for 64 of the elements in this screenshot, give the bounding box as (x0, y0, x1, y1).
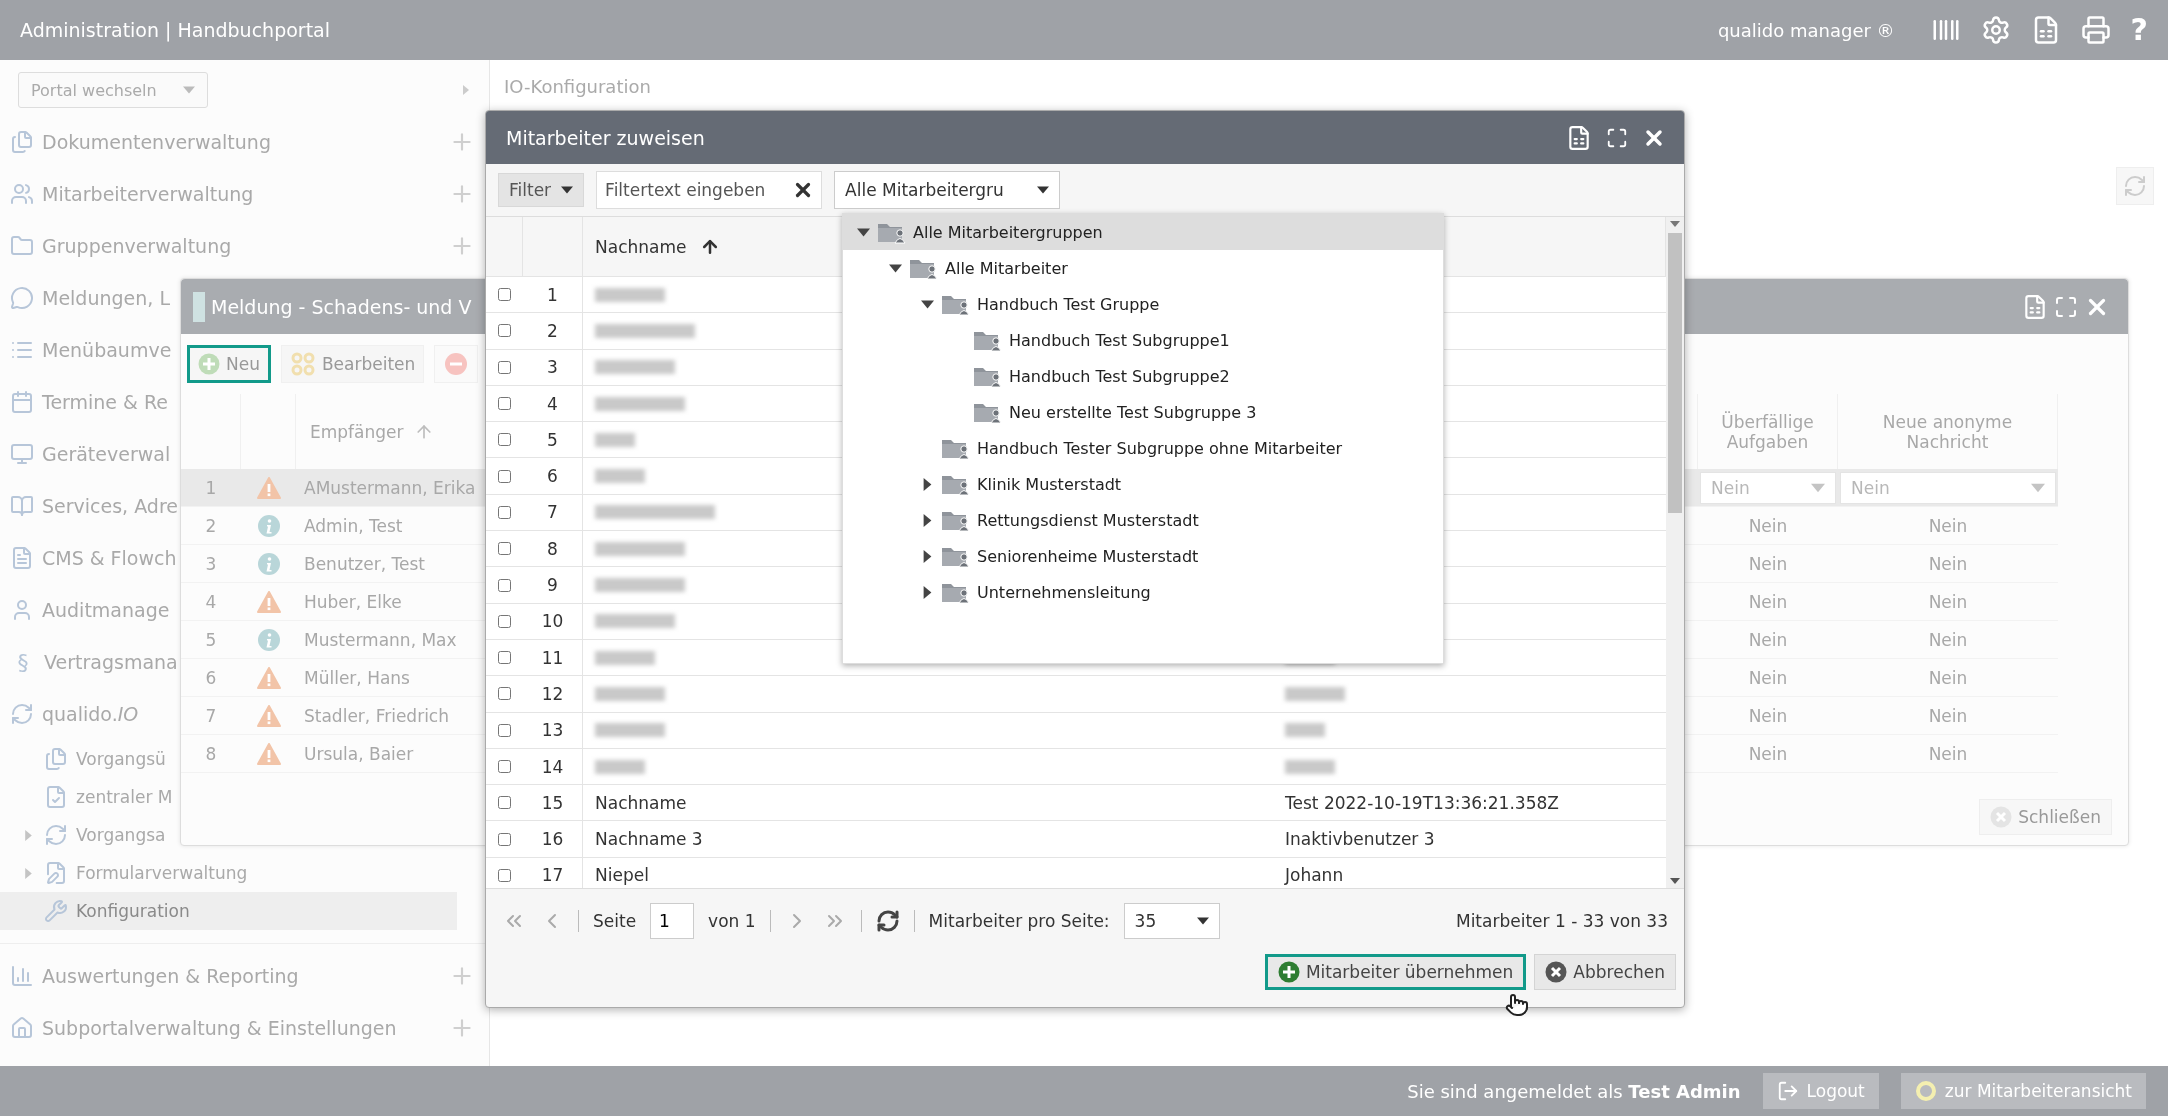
dialog-title: Meldung - Schadens- und V (211, 295, 472, 318)
first-name: Johann (1285, 865, 1344, 886)
table-cell: Nein (1928, 515, 1968, 536)
last-name: Niepel (595, 865, 649, 886)
table-cell: Nein (1928, 629, 1968, 650)
recipient-name: Müller, Hans (304, 667, 410, 688)
row-number: 8 (205, 743, 217, 764)
brand-name: qualido manager ® (1717, 19, 1895, 41)
page-title: IO-Konfiguration (504, 76, 652, 97)
recipient-name: Huber, Elke (304, 591, 402, 612)
table-cell: Nein (1928, 705, 1968, 726)
row-number: 1 (205, 477, 217, 498)
row-number: 17 (541, 865, 564, 886)
row-number: 8 (547, 538, 558, 559)
row-number: 7 (547, 502, 558, 523)
table-cell: Nein (1748, 591, 1788, 612)
table-cell: Nein (1748, 629, 1788, 650)
first-name: Test 2022-10-19T13:36:21.358Z (1285, 792, 1559, 813)
row-number: 1 (547, 284, 558, 305)
table-cell: Nein (1748, 743, 1788, 764)
row-number: 6 (205, 667, 217, 688)
row-number: 5 (547, 429, 558, 450)
row-number: 4 (205, 591, 217, 612)
row-number: 4 (547, 393, 558, 414)
row-number: 16 (541, 829, 564, 850)
row-number: 15 (541, 792, 564, 813)
row-number: 10 (541, 611, 564, 632)
row-number: 11 (541, 647, 564, 668)
row-number: 12 (541, 683, 564, 704)
row-number: 7 (205, 705, 217, 726)
table-cell: Nein (1928, 667, 1968, 688)
table-cell: Nein (1748, 667, 1788, 688)
row-number: 2 (547, 320, 558, 341)
last-name: Nachname 3 (595, 829, 703, 850)
table-cell: Nein (1748, 705, 1788, 726)
recipient-name: Admin, Test (304, 515, 403, 536)
recipient-name: Mustermann, Max (304, 629, 457, 650)
recipient-name: AMustermann, Erika (304, 477, 476, 498)
last-name: Nachname (595, 792, 687, 813)
recipient-name: Stadler, Friedrich (304, 705, 449, 726)
first-name: Inaktivbenutzer 3 (1285, 829, 1435, 850)
page-count: von 1 (708, 910, 756, 931)
recipient-name: Benutzer, Test (304, 553, 425, 574)
table-cell: Nein (1928, 553, 1968, 574)
page-size-label: Mitarbeiter pro Seite: (928, 910, 1110, 931)
row-number: 6 (547, 466, 558, 487)
row-number: 5 (205, 629, 217, 650)
login-status: Sie sind angemeldet als Test Admin (1407, 1080, 1741, 1102)
row-number: 2 (205, 515, 217, 536)
row-number: 3 (547, 357, 558, 378)
row-number: 14 (541, 756, 564, 777)
row-number: 9 (547, 575, 558, 595)
recipient-name: Ursula, Baier (304, 743, 414, 764)
app-title: Administration | Handbuchportal (20, 19, 331, 41)
row-number: 3 (205, 553, 217, 574)
page-label: Seite (593, 910, 637, 931)
table-cell: Nein (1748, 553, 1788, 574)
table-cell: Nein (1928, 743, 1968, 764)
table-cell: Nein (1748, 515, 1788, 536)
paragraph-icon: § (10, 649, 36, 675)
row-number: 13 (541, 720, 564, 741)
table-cell: Nein (1928, 591, 1968, 612)
record-summary: Mitarbeiter 1 - 33 von 33 (1455, 910, 1668, 931)
dialog-title: Mitarbeiter zuweisen (506, 126, 706, 149)
